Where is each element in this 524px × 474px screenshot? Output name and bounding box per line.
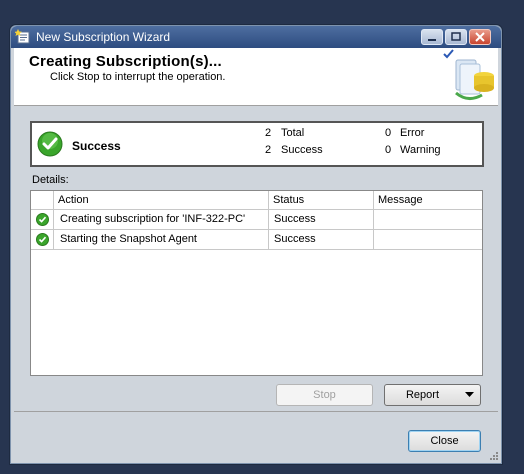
success-count: 2 — [265, 144, 272, 156]
row-action: Creating subscription for 'INF-322-PC' — [60, 213, 246, 225]
success-label: Success — [281, 144, 323, 156]
column-divider[interactable] — [373, 191, 374, 209]
footer-divider — [14, 411, 498, 412]
maximize-icon — [451, 32, 461, 41]
page-subtitle: Click Stop to interrupt the operation. — [50, 71, 226, 83]
details-label: Details: — [32, 174, 69, 186]
table-row[interactable]: Starting the Snapshot Agent Success — [31, 230, 482, 250]
resize-grip-icon[interactable] — [489, 451, 499, 461]
maximize-button[interactable] — [445, 29, 467, 45]
minimize-icon — [428, 39, 436, 41]
cell-divider — [53, 230, 54, 249]
cell-divider — [268, 210, 269, 229]
close-icon — [475, 32, 485, 42]
status-summary: Success 2 Total 2 Success 0 Error 0 Warn… — [30, 121, 484, 167]
cell-divider — [268, 230, 269, 249]
details-table[interactable]: Action Status Message Creating subscript… — [30, 190, 483, 376]
total-label: Total — [281, 127, 305, 139]
row-status: Success — [274, 213, 316, 225]
window-title: New Subscription Wizard — [36, 30, 171, 44]
title-bar[interactable]: New Subscription Wizard — [11, 26, 501, 48]
cell-divider — [53, 210, 54, 229]
page-title: Creating Subscription(s)... — [29, 53, 222, 70]
dropdown-arrow-icon — [465, 392, 474, 397]
error-label: Error — [400, 127, 425, 139]
wizard-window: New Subscription Wizard Creating Subscri… — [10, 25, 502, 464]
cell-divider — [373, 230, 374, 249]
success-icon — [36, 213, 49, 226]
overall-status: Success — [72, 139, 121, 153]
close-window-button[interactable] — [469, 29, 491, 45]
report-button-label: Report — [405, 389, 440, 401]
close-button[interactable]: Close — [408, 430, 481, 452]
success-icon — [36, 233, 49, 246]
column-divider[interactable] — [53, 191, 54, 209]
wizard-icon — [15, 29, 30, 44]
stop-button[interactable]: Stop — [276, 384, 373, 406]
minimize-button[interactable] — [421, 29, 443, 45]
column-header-action[interactable]: Action — [58, 194, 89, 206]
warning-count: 0 — [385, 144, 392, 156]
total-count: 2 — [265, 127, 272, 139]
error-count: 0 — [385, 127, 392, 139]
wizard-header: Creating Subscription(s)... Click Stop t… — [14, 48, 498, 106]
column-divider[interactable] — [268, 191, 269, 209]
column-header-message[interactable]: Message — [378, 194, 423, 206]
row-status: Success — [274, 233, 316, 245]
table-header: Action Status Message — [31, 191, 482, 210]
database-subscription-icon — [443, 49, 494, 100]
row-action: Starting the Snapshot Agent — [60, 233, 197, 245]
column-header-status[interactable]: Status — [273, 194, 304, 206]
success-check-icon — [37, 131, 63, 157]
report-button[interactable]: Report — [384, 384, 481, 406]
warning-label: Warning — [400, 144, 441, 156]
table-row[interactable]: Creating subscription for 'INF-322-PC' S… — [31, 210, 482, 230]
cell-divider — [373, 210, 374, 229]
